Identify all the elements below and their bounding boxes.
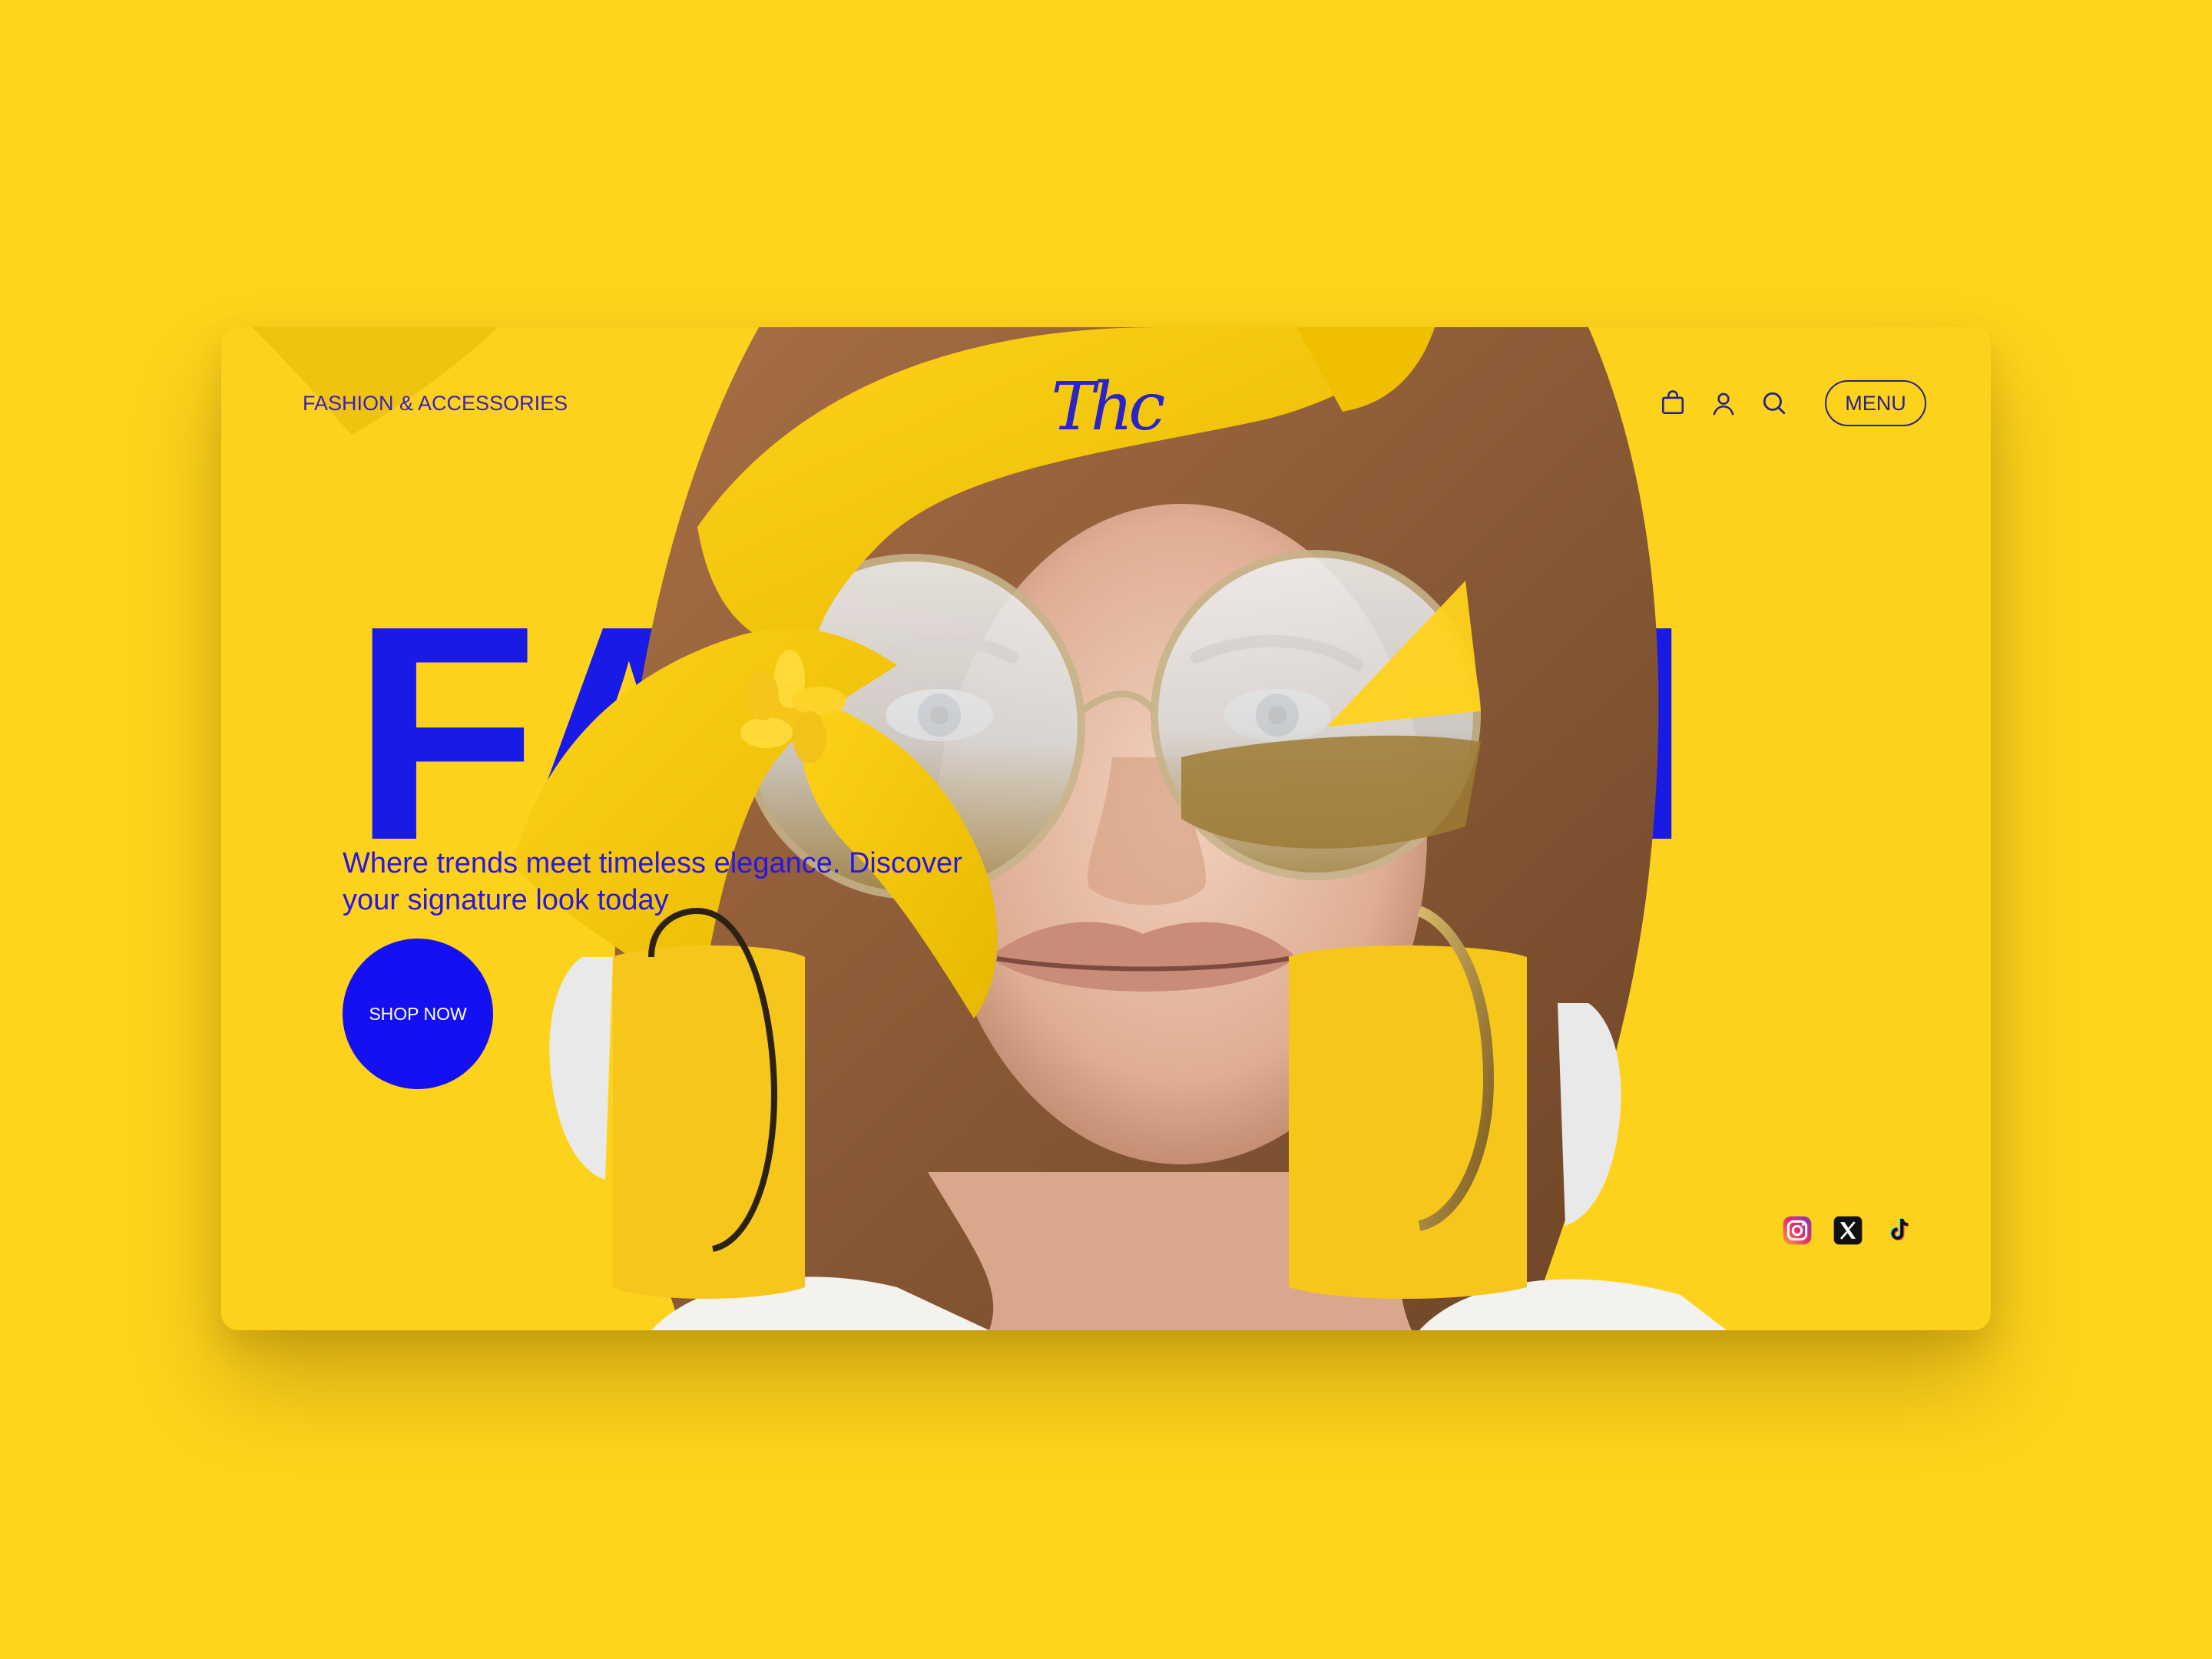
hero-card: FASHION & ACCESSORIES Thc MENU Where tre… xyxy=(221,327,1991,1330)
x-icon[interactable] xyxy=(1831,1214,1865,1247)
search-icon[interactable] xyxy=(1759,388,1790,419)
header-nav: MENU xyxy=(1657,379,1926,427)
instagram-icon[interactable] xyxy=(1780,1214,1814,1247)
tiktok-icon[interactable] xyxy=(1882,1214,1916,1247)
shopping-bag-icon[interactable] xyxy=(1657,388,1688,419)
social-links xyxy=(1780,1214,1932,1247)
model-image xyxy=(252,327,1727,1330)
menu-button[interactable]: MENU xyxy=(1825,380,1926,426)
shop-now-button[interactable]: SHOP NOW xyxy=(343,939,493,1089)
user-icon[interactable] xyxy=(1708,388,1739,419)
hero-tagline: Where trends meet timeless elegance. Dis… xyxy=(343,847,962,916)
